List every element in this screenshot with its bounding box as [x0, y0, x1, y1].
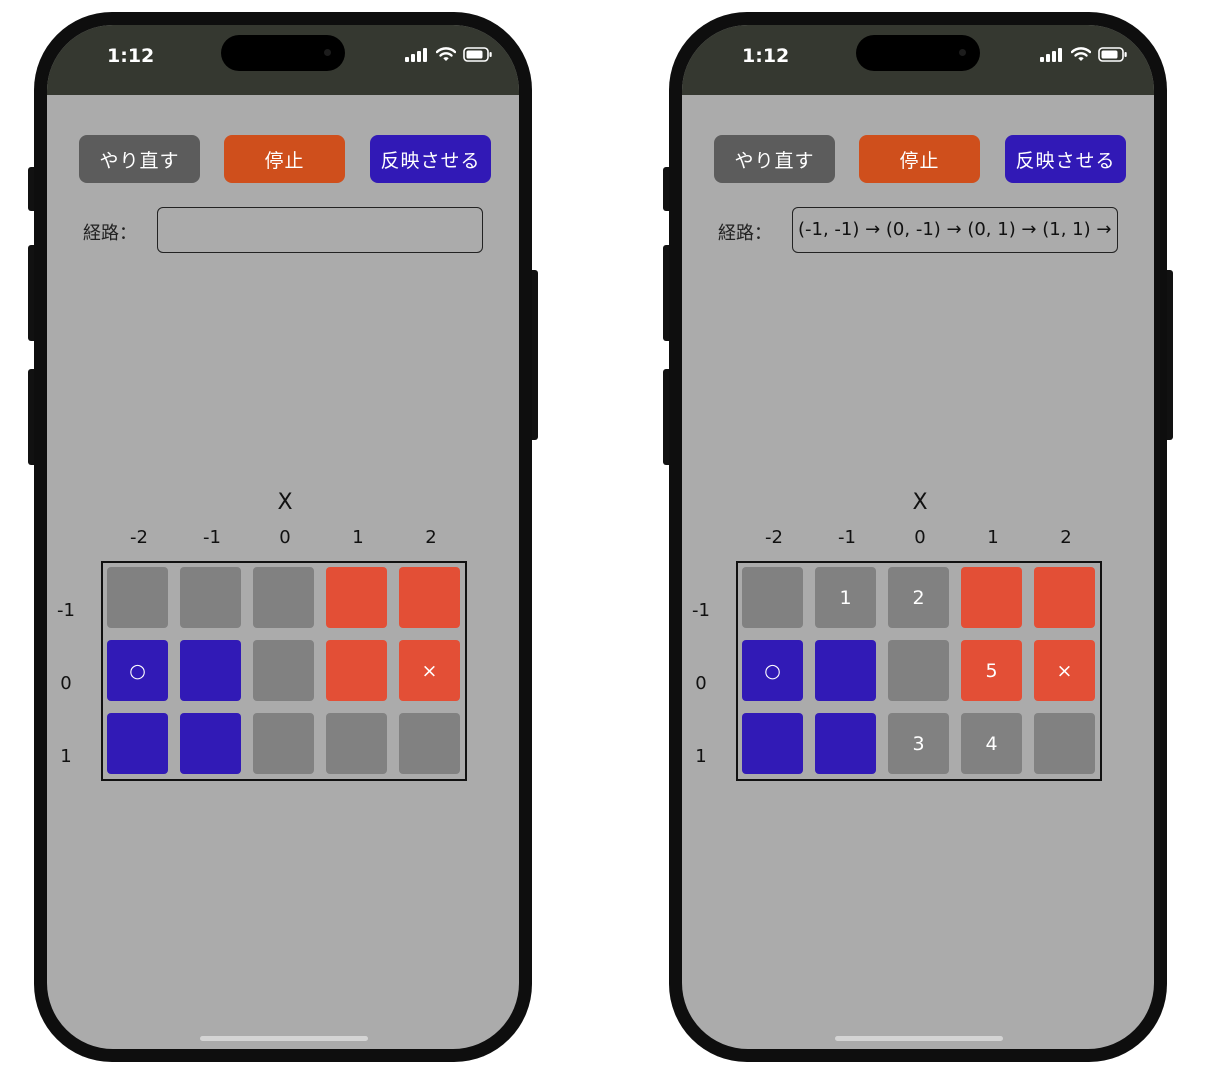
dynamic-island	[856, 35, 980, 71]
column-label: 2	[425, 527, 437, 548]
status-time: 1:12	[742, 45, 790, 67]
status-icons	[1040, 47, 1128, 62]
grid-cell[interactable]	[253, 713, 314, 774]
grid-cell[interactable]: 4	[961, 713, 1022, 774]
grid-cell[interactable]	[399, 713, 460, 774]
grid-board: 1 2 ○ 5 × 3 4	[736, 561, 1102, 781]
reset-button[interactable]: やり直す	[79, 135, 200, 183]
row-label: 1	[695, 746, 707, 767]
grid-cell[interactable]: 5	[961, 640, 1022, 701]
wifi-icon	[436, 47, 456, 61]
status-time: 1:12	[107, 45, 155, 67]
grid-cell[interactable]: ○	[742, 640, 803, 701]
grid-cell[interactable]	[888, 640, 949, 701]
wifi-icon	[1071, 47, 1091, 61]
grid-cell[interactable]	[107, 713, 168, 774]
battery-icon	[1098, 47, 1127, 62]
path-label: 経路：	[83, 223, 137, 244]
row-label: -1	[692, 600, 710, 621]
column-label: -1	[203, 527, 221, 548]
grid-cell[interactable]	[326, 567, 387, 628]
reset-button[interactable]: やり直す	[714, 135, 835, 183]
status-bar: 1:12	[682, 25, 1154, 95]
column-label: 1	[352, 527, 364, 548]
phone-frame: 1:12	[34, 12, 532, 1062]
screen: 1:12	[47, 25, 519, 1049]
column-label: -2	[765, 527, 783, 548]
column-label: -1	[838, 527, 856, 548]
grid-cell[interactable]	[180, 640, 241, 701]
grid-board: ○ ×	[101, 561, 467, 781]
row-label: -1	[57, 600, 75, 621]
stop-button[interactable]: 停止	[859, 135, 980, 183]
path-field[interactable]	[157, 207, 483, 253]
status-icons	[405, 47, 493, 62]
phone-frame: 1:12	[669, 12, 1167, 1062]
grid-cell[interactable]	[742, 713, 803, 774]
grid-cell[interactable]	[961, 567, 1022, 628]
camera-icon	[324, 49, 331, 56]
grid-cell[interactable]	[180, 713, 241, 774]
home-indicator[interactable]	[200, 1036, 368, 1041]
cellular-signal-icon	[1040, 47, 1062, 62]
cellular-signal-icon	[405, 47, 427, 62]
grid-cell[interactable]	[253, 640, 314, 701]
path-label: 経路：	[718, 223, 772, 244]
row-label: 1	[60, 746, 72, 767]
column-label: 2	[1060, 527, 1072, 548]
row-label: 0	[60, 673, 72, 694]
column-label: 1	[987, 527, 999, 548]
grid-cell[interactable]	[326, 640, 387, 701]
x-axis-label: X	[912, 490, 928, 515]
grid-cell[interactable]: 3	[888, 713, 949, 774]
grid-cell[interactable]: 2	[888, 567, 949, 628]
battery-icon	[463, 47, 492, 62]
dynamic-island	[221, 35, 345, 71]
grid-cell[interactable]	[326, 713, 387, 774]
column-label: 0	[279, 527, 291, 548]
grid-cell[interactable]: ×	[1034, 640, 1095, 701]
phone-right: 1:12 やり直す 停止 反映させる 経路： (-1, -1) → (0, -1…	[663, 12, 1173, 1062]
stop-button[interactable]: 停止	[224, 135, 345, 183]
home-indicator[interactable]	[835, 1036, 1003, 1041]
path-field[interactable]: (-1, -1) → (0, -1) → (0, 1) → (1, 1) →	[792, 207, 1118, 253]
grid-cell[interactable]: ×	[399, 640, 460, 701]
grid-cell[interactable]	[399, 567, 460, 628]
apply-button[interactable]: 反映させる	[370, 135, 491, 183]
column-label: -2	[130, 527, 148, 548]
apply-button[interactable]: 反映させる	[1005, 135, 1126, 183]
grid-cell[interactable]	[107, 567, 168, 628]
grid-cell[interactable]: 1	[815, 567, 876, 628]
column-label: 0	[914, 527, 926, 548]
camera-icon	[959, 49, 966, 56]
row-label: 0	[695, 673, 707, 694]
phone-left: 1:12 やり直す 停止 反映させる 経路： X -2 -1 0 1 2 -1 …	[28, 12, 538, 1062]
grid-cell[interactable]	[253, 567, 314, 628]
grid-cell[interactable]	[742, 567, 803, 628]
status-bar: 1:12	[47, 25, 519, 95]
grid-cell[interactable]	[1034, 713, 1095, 774]
grid-cell[interactable]	[180, 567, 241, 628]
grid-cell[interactable]	[815, 640, 876, 701]
x-axis-label: X	[277, 490, 293, 515]
grid-cell[interactable]	[815, 713, 876, 774]
grid-cell[interactable]: ○	[107, 640, 168, 701]
screen: 1:12	[682, 25, 1154, 1049]
grid-cell[interactable]	[1034, 567, 1095, 628]
